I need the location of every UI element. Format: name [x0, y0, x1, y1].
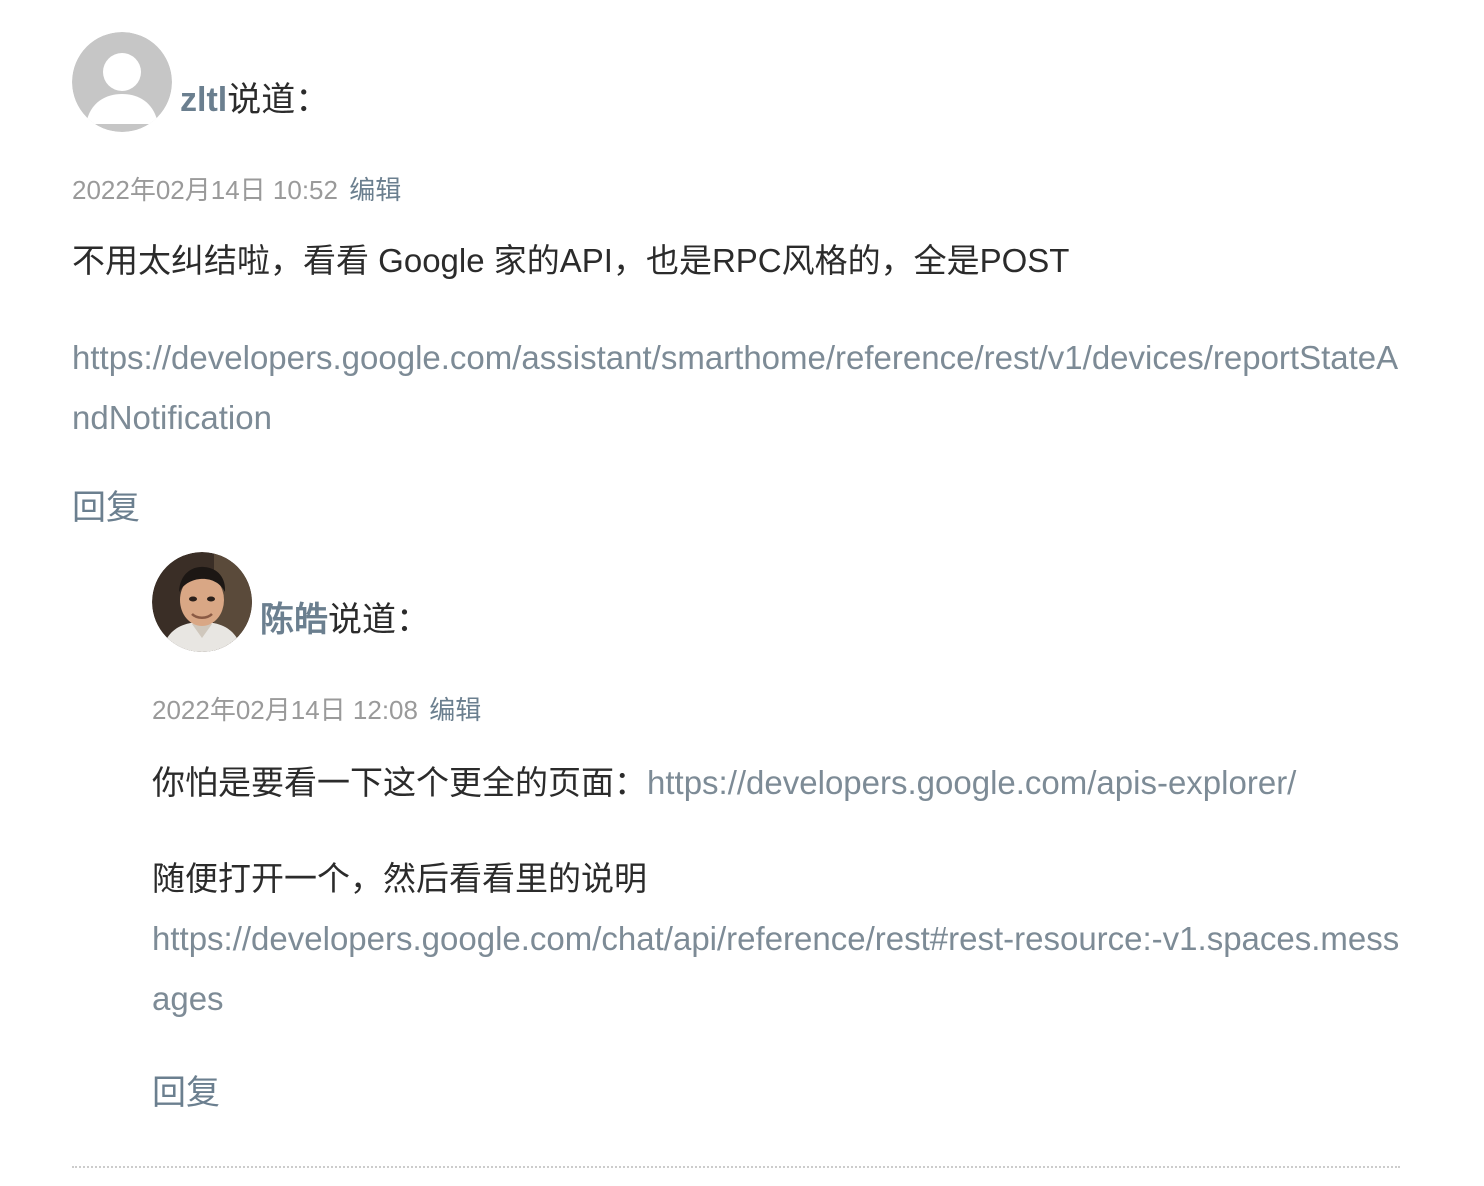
- comment-meta: 2022年02月14日 12:08 编辑: [152, 690, 1412, 727]
- edit-link[interactable]: 编辑: [349, 175, 401, 205]
- author-line: 陈皓说道：: [260, 592, 430, 641]
- reply-button[interactable]: 回复: [152, 1065, 220, 1114]
- author-line: zltl说道：: [180, 72, 329, 121]
- edit-link[interactable]: 编辑: [429, 695, 481, 725]
- comment-date-link[interactable]: 2022年02月14日 10:52: [72, 175, 338, 205]
- comment-text-1-label: 你怕是要看一下这个更全的页面：: [152, 764, 647, 801]
- comment-author-row: zltl说道：: [72, 32, 1412, 132]
- chat-api-reference-link[interactable]: https://developers.google.com/chat/api/r…: [152, 920, 1399, 1017]
- default-avatar-icon: [72, 32, 172, 132]
- said-label: 说道：: [227, 80, 330, 119]
- user-photo-avatar: [152, 552, 252, 652]
- comment-text-2-label: 随便打开一个，然后看看里的说明: [152, 860, 647, 897]
- comment-meta: 2022年02月14日 10:52 编辑: [72, 170, 1412, 207]
- said-label: 说道：: [328, 600, 430, 639]
- reply-button[interactable]: 回复: [72, 480, 140, 529]
- apis-explorer-link[interactable]: https://developers.google.com/apis-explo…: [647, 764, 1296, 801]
- comment-author-row: 陈皓说道：: [152, 552, 1412, 652]
- comment-link-paragraph: https://developers.google.com/assistant/…: [72, 328, 1412, 448]
- author-name-link[interactable]: zltl: [180, 81, 227, 119]
- comment-text-2: 随便打开一个，然后看看里的说明 https://developers.googl…: [152, 849, 1412, 1029]
- reference-link[interactable]: https://developers.google.com/assistant/…: [72, 339, 1398, 436]
- comment-zltl: zltl说道： 2022年02月14日 10:52 编辑 不用太纠结啦，看看 G…: [72, 32, 1412, 529]
- author-name-link[interactable]: 陈皓: [260, 601, 328, 639]
- comment-chenhao: 陈皓说道： 2022年02月14日 12:08 编辑 你怕是要看一下这个更全的页…: [152, 552, 1412, 1114]
- comment-divider: [72, 1166, 1400, 1168]
- comment-date-link[interactable]: 2022年02月14日 12:08: [152, 695, 418, 725]
- comment-text: 不用太纠结啦，看看 Google 家的API，也是RPC风格的，全是POST: [72, 242, 1070, 279]
- comment-text-1: 你怕是要看一下这个更全的页面：https://developers.google…: [152, 753, 1412, 813]
